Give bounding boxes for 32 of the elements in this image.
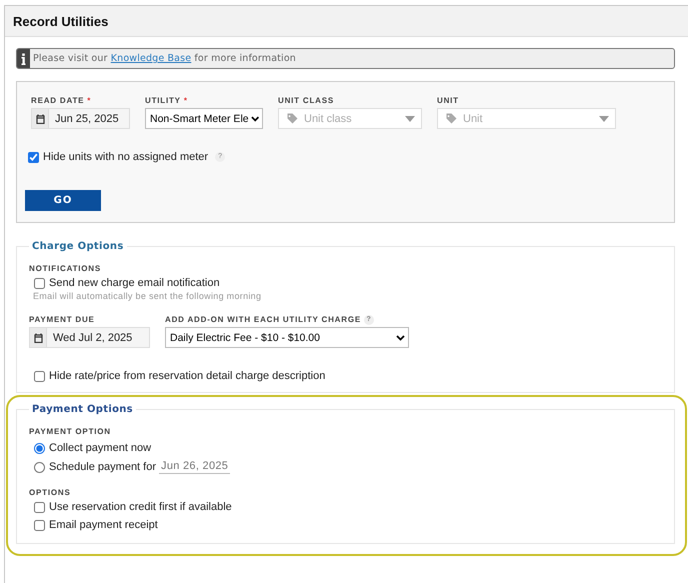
radio-label: Collect payment now <box>49 442 152 454</box>
hint-text: Email will automatically be sent the following morning <box>33 291 262 301</box>
window-title: Record Utilities <box>13 14 108 28</box>
field-label: PAYMENT DUE <box>29 315 95 326</box>
section-title: Charge Options <box>31 241 125 252</box>
date-field[interactable]: Jun 25, 2025 <box>31 108 130 129</box>
checkbox-label: Hide units with no assigned meter <box>43 151 208 163</box>
dropdown-field[interactable]: Unit <box>437 108 616 129</box>
field-label: UTILITY <box>145 96 181 107</box>
radio-label: Schedule payment for <box>49 461 156 473</box>
checkbox-label: Send new charge email notification <box>49 277 220 289</box>
field-label: UNIT <box>437 96 459 107</box>
field-label: UNIT CLASS <box>278 96 334 107</box>
date-field[interactable]: Wed Jul 2, 2025 <box>29 327 150 348</box>
field-label: ADD ADD-ON WITH EACH UTILITY CHARGE <box>165 315 361 326</box>
checkbox-label: Email payment receipt <box>49 519 158 531</box>
section-title: Payment Options <box>31 404 134 415</box>
field-label: READ DATE <box>31 96 84 107</box>
info-message: Please visit our Knowledge Base for more information <box>32 52 296 66</box>
go-button[interactable]: GO <box>25 190 101 211</box>
required-mark: * <box>87 96 92 107</box>
dropdown-field[interactable]: Unit class <box>278 108 422 129</box>
section-label: NOTIFICATIONS <box>29 264 102 275</box>
knowledge-base-link[interactable]: Knowledge Base <box>110 53 192 64</box>
section-label: PAYMENT OPTION <box>29 427 111 438</box>
add-on-select[interactable]: Daily Electric Fee - $10 - $10.00 <box>165 327 409 348</box>
checkbox-label: Hide rate/price from reservation detail charge description <box>49 370 326 382</box>
section-label: OPTIONS <box>29 488 71 499</box>
checkbox-label: Use reservation credit first if available <box>49 501 232 513</box>
required-mark: * <box>184 96 188 107</box>
utility-select[interactable]: Non-Smart Meter Ele <box>145 108 263 129</box>
date-field[interactable]: Jun 26, 2025 <box>159 460 230 474</box>
